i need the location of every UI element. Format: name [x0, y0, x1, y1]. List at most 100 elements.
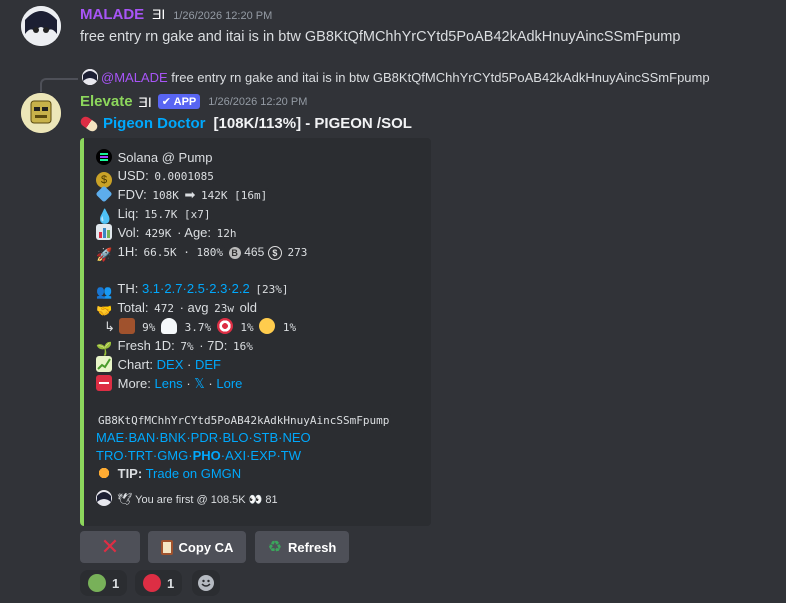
exchange-link-blo[interactable]: BLO: [222, 430, 248, 445]
pill-icon: [78, 114, 100, 133]
dist-value: 1%: [280, 320, 299, 335]
reaction-red[interactable]: 1: [135, 570, 183, 596]
reply-mention[interactable]: @MALADE: [101, 70, 168, 85]
reaction-count: 1: [112, 575, 120, 591]
total-value: 472: [152, 301, 176, 316]
exchange-link-tro[interactable]: TRO: [96, 448, 123, 463]
close-button[interactable]: ✕: [80, 531, 140, 563]
embed-dist-row: ↳ 9% 3.7% 1% 1%: [104, 317, 299, 336]
buys-icon: B: [228, 247, 241, 259]
chart-link-def[interactable]: DEF: [195, 357, 221, 372]
th-link[interactable]: 2.5: [187, 281, 205, 296]
exchange-link-pdr[interactable]: PDR: [191, 430, 218, 445]
reply-text: free entry rn gake and itai is in btw GB…: [171, 70, 710, 85]
sells-icon: $: [267, 246, 282, 260]
fresh-1d: 7%: [178, 339, 196, 354]
exchange-link-axi[interactable]: AXI: [225, 448, 246, 463]
msg2-avatar[interactable]: [21, 93, 61, 133]
embed-tip-row: TIP: Trade on GMGN: [96, 464, 241, 483]
embed-ca-row: GB8KtQfMChhYrCYtd5PoAB42kAdkHnuyAincSSmF…: [96, 410, 392, 429]
h1-value: 66.5K · 180%: [141, 245, 225, 260]
embed-fdv-row: FDV: 108K ➡ 142K [16m]: [95, 185, 270, 204]
add-reaction-button[interactable]: [192, 570, 220, 596]
embed-th-row: 👥 TH: 3.1·2.7·2.5·2.3·2.2 [23%]: [96, 281, 291, 299]
avg-value: 23w: [212, 301, 236, 316]
msg2-username[interactable]: Elevate: [80, 93, 133, 110]
app-badge: ✔ APP: [157, 94, 201, 109]
tip-link[interactable]: Trade on GMGN: [146, 466, 242, 481]
red-circle-icon: [143, 574, 161, 592]
embed-footer: 🕊 You are first @ 108.5K 👀 81: [96, 490, 278, 509]
msg1-avatar[interactable]: [21, 6, 61, 46]
solana-icon: [96, 149, 112, 165]
exchange-link-ban[interactable]: BAN: [129, 430, 156, 445]
exchange-link-tw[interactable]: TW: [281, 448, 301, 463]
chart-link-dex[interactable]: DEX: [157, 357, 184, 372]
contract-address[interactable]: GB8KtQfMChhYrCYtd5PoAB42kAdkHnuyAincSSmF…: [96, 413, 392, 428]
exchange-link-neo[interactable]: NEO: [282, 430, 310, 445]
pigeon-icon: 🕊: [117, 492, 133, 506]
more-link-x[interactable]: 𝕏: [194, 376, 204, 391]
reaction-green[interactable]: 1: [80, 570, 128, 596]
reply-preview[interactable]: @MALADE free entry rn gake and itai is i…: [101, 70, 710, 85]
exchange-link-stb[interactable]: STB: [253, 430, 278, 445]
gem-icon: [95, 185, 113, 203]
more-link-lore[interactable]: Lore: [216, 376, 242, 391]
reply-avatar[interactable]: [82, 69, 98, 85]
usd-value: 0.0001085: [152, 169, 216, 184]
th-link[interactable]: 3.1: [142, 281, 160, 296]
copy-ca-button[interactable]: Copy CA: [148, 531, 246, 563]
add-reaction-icon: [198, 575, 214, 591]
toolbox-icon: [96, 375, 112, 391]
msg1-timestamp: 1/26/2026 12:20 PM: [173, 10, 273, 22]
msg2-title-link[interactable]: Pigeon Doctor: [103, 115, 206, 132]
embed-1h-row: 🚀 1H: 66.5K · 180% B 465 $ 273: [96, 244, 310, 262]
liq-value: 15.7K [x7]: [142, 207, 213, 222]
refresh-button[interactable]: ♻ Refresh: [255, 531, 349, 563]
chain-text: Solana @ Pump: [117, 150, 213, 165]
exchange-links-row-2: TRO·TRT·GMG·PHO·AXI·EXP·TW: [96, 446, 301, 465]
th-total: [23%]: [253, 282, 291, 297]
exchange-link-mae[interactable]: MAE: [96, 430, 124, 445]
person-icon: [259, 318, 276, 334]
exchange-link-gmg[interactable]: GMG: [157, 448, 188, 463]
bot-avatar-icon: [21, 93, 61, 133]
green-circle-icon: [88, 574, 106, 592]
embed-more-row: More: Lens · 𝕏 · Lore: [96, 374, 242, 393]
footer-avatar-icon: [96, 490, 112, 506]
tag-icon: ƎΙ: [152, 6, 166, 22]
cross-icon: ✕: [100, 534, 120, 559]
droplets-icon: 💧: [96, 208, 114, 224]
h1-buys: 465: [244, 245, 265, 259]
age-value: 12h: [214, 226, 239, 241]
exchange-link-trt[interactable]: TRT: [128, 448, 153, 463]
exchange-link-pho[interactable]: PHO: [193, 448, 221, 463]
exchange-link-bnk[interactable]: BNK: [160, 430, 187, 445]
th-link[interactable]: 2.2: [232, 281, 250, 296]
dist-value: 3.7%: [182, 320, 214, 335]
reaction-count: 1: [167, 575, 175, 591]
target-icon: [216, 318, 233, 334]
fdv-from: 108K: [150, 188, 181, 203]
box-icon: [118, 318, 135, 334]
footer-count: 81: [265, 494, 278, 506]
eyes-icon: 👀: [248, 494, 263, 506]
exchange-link-exp[interactable]: EXP: [250, 448, 276, 463]
more-link-lens[interactable]: Lens: [154, 376, 182, 391]
embed-fresh-row: 🌱 Fresh 1D: 7% · 7D: 16%: [96, 338, 255, 356]
tag-icon: ƎΙ: [138, 93, 152, 110]
recycle-icon: ♻: [267, 539, 282, 556]
embed-total-row: 🤝 Total: 472 · avg 23w old: [96, 300, 257, 318]
fresh-7d: 16%: [231, 339, 255, 354]
bar-chart-icon: [96, 224, 112, 240]
th-link[interactable]: 2.7: [164, 281, 182, 296]
chart-icon: [96, 356, 112, 372]
dist-value: 1%: [238, 320, 256, 335]
h1-sells: 273: [285, 245, 310, 260]
msg1-username[interactable]: MALADE: [80, 6, 144, 23]
anime-avatar-icon: [21, 6, 61, 46]
th-link[interactable]: 2.3: [209, 281, 227, 296]
copy-ca-label: Copy CA: [178, 539, 234, 555]
fdv-to: 142K [16m]: [199, 188, 270, 203]
return-arrow-icon: ↳: [104, 319, 115, 334]
